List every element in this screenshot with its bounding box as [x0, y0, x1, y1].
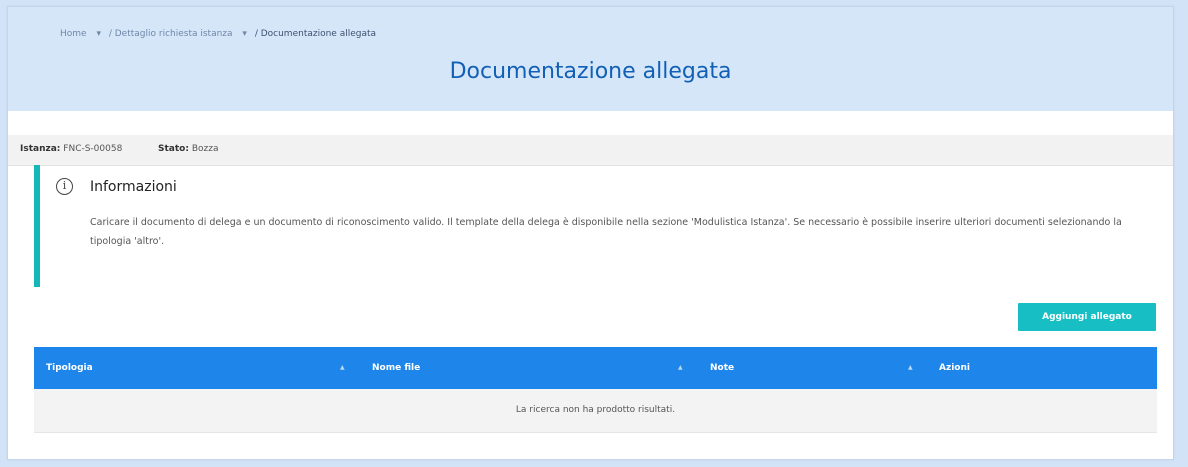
istanza-label: Istanza: [20, 144, 61, 154]
breadcrumb-chevron-icon: ▾ [96, 29, 101, 39]
column-header-azioni: Azioni [939, 363, 970, 373]
column-header-nome-file[interactable]: Nome file [372, 347, 420, 389]
status-bar: Istanza: FNC-S-00058 Stato: Bozza [8, 135, 1173, 166]
info-callout: i Informazioni Caricare il documento di … [34, 165, 1154, 287]
attachments-table: Tipologia ▲ Nome file ▲ Note ▲ Azioni La… [34, 347, 1157, 433]
breadcrumb-dettaglio[interactable]: / Dettaglio richiesta istanza [109, 29, 233, 39]
page-frame: Home ▾ / Dettaglio richiesta istanza ▾ /… [7, 6, 1174, 460]
stato-label: Stato: [158, 144, 189, 154]
breadcrumb-chevron-icon: ▾ [242, 29, 247, 39]
stato-field: Stato: Bozza [158, 144, 218, 154]
page-header: Home ▾ / Dettaglio richiesta istanza ▾ /… [8, 7, 1173, 111]
stato-value: Bozza [191, 144, 219, 154]
breadcrumb: Home ▾ / Dettaglio richiesta istanza ▾ /… [60, 29, 378, 39]
table-empty-row: La ricerca non ha prodotto risultati. [34, 389, 1157, 433]
istanza-field: Istanza: FNC-S-00058 [20, 144, 122, 154]
info-text: Caricare il documento di delega e un doc… [90, 217, 1122, 247]
info-accent-bar [34, 165, 40, 287]
sort-icon[interactable]: ▲ [678, 347, 683, 389]
page-title: Documentazione allegata [449, 59, 732, 84]
table-header: Tipologia ▲ Nome file ▲ Note ▲ Azioni [34, 347, 1157, 389]
breadcrumb-current: / Documentazione allegata [254, 29, 377, 39]
breadcrumb-home[interactable]: Home [60, 29, 87, 39]
sort-icon[interactable]: ▲ [340, 347, 345, 389]
info-circle-icon: i [56, 178, 73, 195]
istanza-value: FNC-S-00058 [63, 144, 123, 154]
add-attachment-button[interactable]: Aggiungi allegato [1018, 303, 1156, 331]
info-title: Informazioni [90, 179, 177, 195]
sort-icon[interactable]: ▲ [908, 347, 913, 389]
column-header-tipologia[interactable]: Tipologia [46, 347, 93, 389]
column-header-note[interactable]: Note [710, 347, 734, 389]
